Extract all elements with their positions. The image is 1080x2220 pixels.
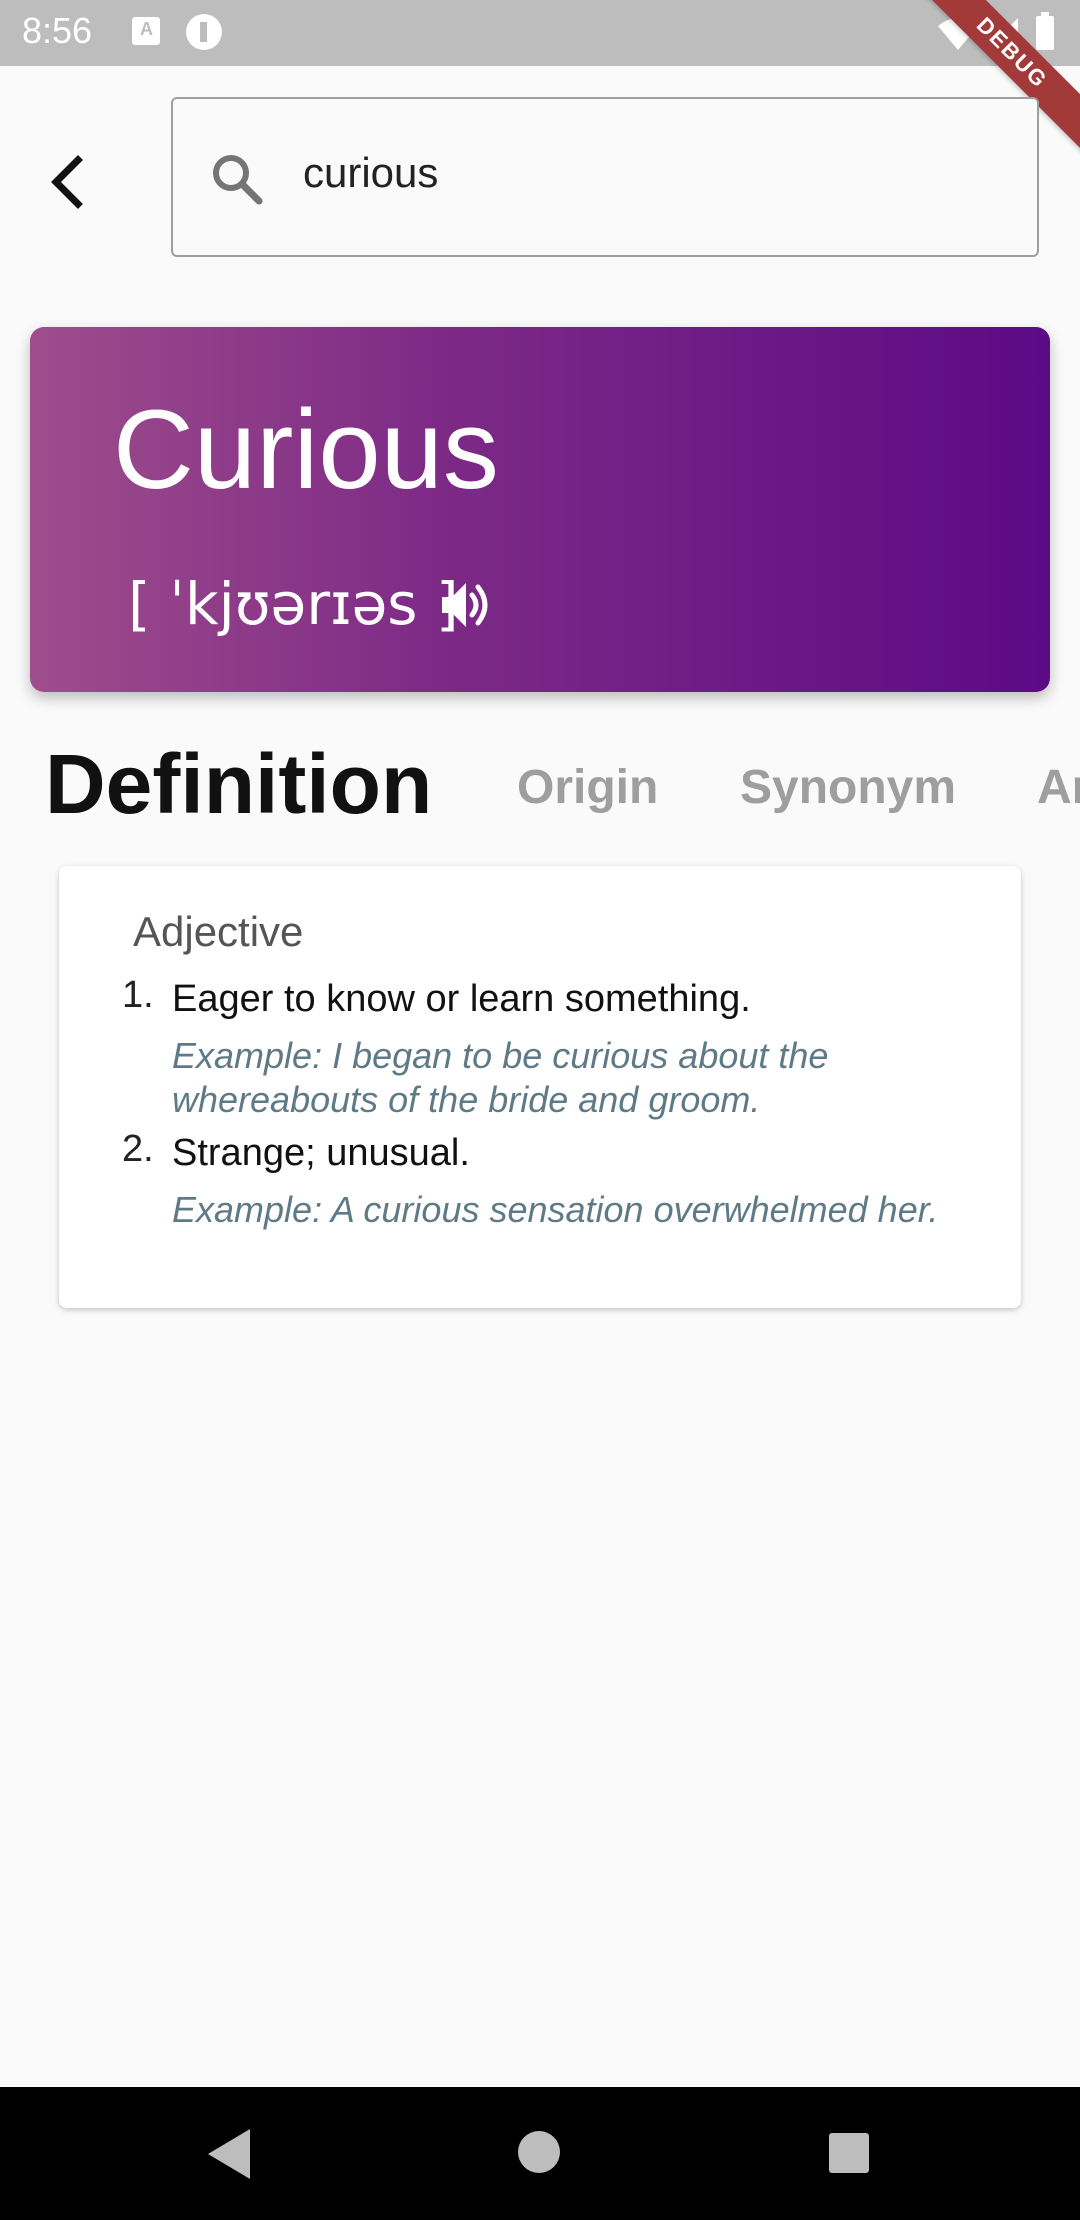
status-time: 8:56 [22, 10, 93, 51]
definition-number: 1. [122, 974, 154, 1016]
tab-definition[interactable]: Definition [45, 736, 432, 833]
search-field[interactable]: curious [171, 97, 1039, 257]
definition-example: Example: I began to be curious about the… [172, 1035, 829, 1120]
definition-text: Eager to know or learn something. [172, 978, 751, 1020]
definition-number: 2. [122, 1128, 154, 1170]
chevron-left-icon [51, 155, 83, 209]
a-notification-icon: A [132, 17, 160, 45]
definition-text: Strange; unusual. [172, 1132, 470, 1174]
tab-antonym[interactable]: Ar [1037, 760, 1080, 815]
section-tabs: Definition Origin Synonym Ar [0, 730, 1080, 840]
speaker-icon[interactable] [438, 577, 494, 633]
tab-origin[interactable]: Origin [517, 760, 658, 815]
word-title: Curious [113, 387, 499, 512]
definition-card: Adjective 1. Eager to know or learn some… [59, 866, 1021, 1308]
battery-icon [1036, 12, 1054, 50]
nav-recents-icon[interactable] [829, 2133, 869, 2173]
status-bar: 8:56 A [0, 0, 1080, 66]
back-button[interactable] [40, 146, 100, 216]
app-notification-icon [186, 14, 222, 50]
part-of-speech: Adjective [133, 908, 304, 955]
tab-synonym[interactable]: Synonym [740, 760, 956, 815]
word-header-card: Curious [ ˈkjʊərɪəs ] [30, 327, 1050, 692]
search-icon [213, 155, 263, 205]
nav-back-icon[interactable] [204, 2127, 254, 2181]
definition-example: Example: A curious sensation overwhelmed… [172, 1189, 939, 1230]
navigation-bar [0, 2087, 1080, 2220]
search-input[interactable]: curious [303, 149, 438, 197]
nav-home-icon[interactable] [518, 2131, 560, 2173]
pronunciation: [ ˈkjʊərɪəs ] [128, 570, 459, 638]
